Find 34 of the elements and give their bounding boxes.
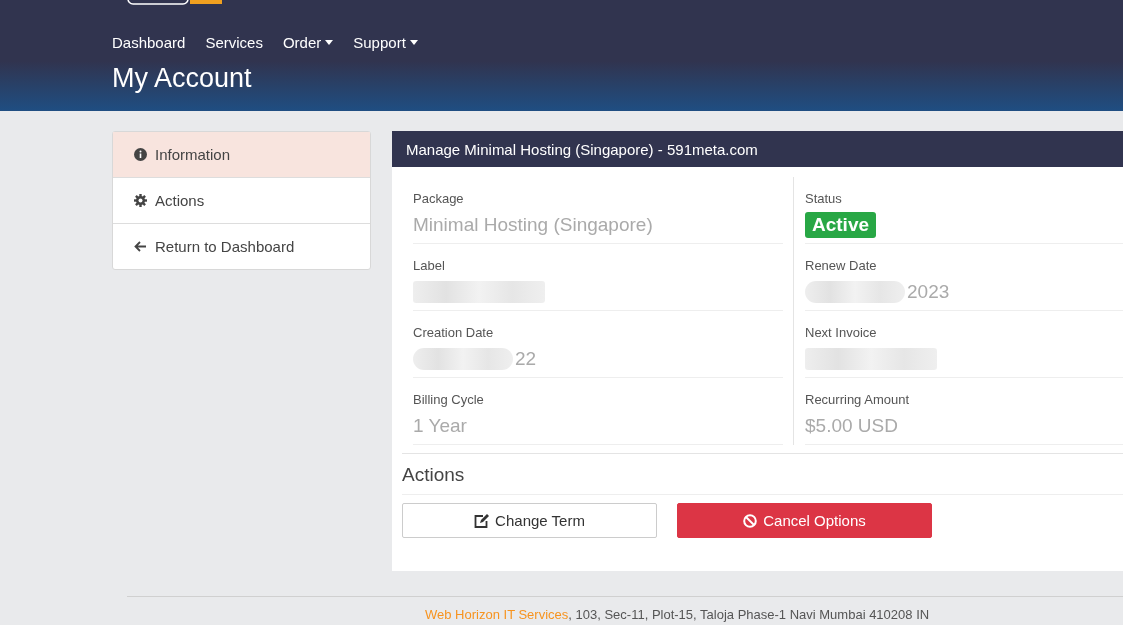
field-value: 2023 (907, 281, 950, 303)
settings-icon (134, 194, 147, 207)
ban-icon (743, 513, 758, 528)
nav-link[interactable]: Support (353, 34, 418, 51)
field-value: Minimal Hosting (Singapore) (413, 213, 654, 237)
status-badge: Active (805, 212, 877, 238)
caret-icon (409, 40, 418, 45)
field-label: Recurring Amount (805, 392, 911, 407)
field-value: 22 (515, 348, 537, 370)
caret-icon (325, 40, 334, 45)
change-term-button[interactable]: Change Term (402, 503, 657, 538)
sidebar-item[interactable]: Return to Dashboard (113, 224, 370, 269)
field-label: Next Invoice (805, 325, 878, 340)
sidebar-item[interactable]: Information (113, 132, 370, 178)
field-label: Label (413, 258, 446, 273)
field-label: Billing Cycle (413, 392, 485, 407)
field-label: Status (805, 191, 843, 206)
edit-icon (474, 513, 490, 528)
field-value: 1 Year (413, 414, 468, 438)
nav-link[interactable]: Dashboard (112, 34, 186, 51)
info-icon (134, 148, 147, 161)
sidebar-item[interactable]: Actions (113, 178, 370, 224)
footer-text: Web Horizon IT Services, 103, Sec-11, Plot-15, Taloja Phase-1 Navi Mumbai 410208 IN (425, 607, 931, 622)
arrow-left-icon (134, 241, 147, 252)
nav-link[interactable]: Services (205, 34, 263, 51)
field-label: Creation Date (413, 325, 495, 340)
card-title: Manage Minimal Hosting (Singapore) - 591meta.com (406, 141, 758, 158)
field-value: $5.00 USD (805, 414, 899, 438)
field-label: Package (413, 191, 465, 206)
cancel-button[interactable]: Cancel Options (677, 503, 932, 538)
section-heading: Actions (402, 454, 1123, 495)
page-title: My Account (112, 63, 253, 94)
field-label: Renew Date (805, 258, 878, 273)
nav-link[interactable]: Order (282, 34, 334, 51)
